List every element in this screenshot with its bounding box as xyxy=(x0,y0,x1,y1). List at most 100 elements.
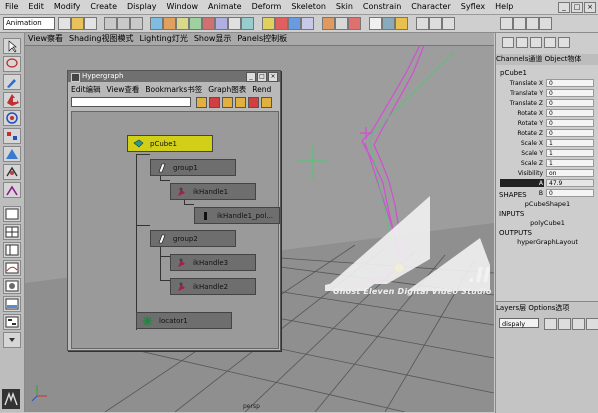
attr-rotate-y[interactable]: Rotate Y0 xyxy=(496,119,598,128)
attr-value[interactable]: 1 xyxy=(546,149,594,157)
attr-value[interactable]: 1 xyxy=(546,139,594,147)
attr-translate-z[interactable]: Translate Z0 xyxy=(496,99,598,108)
render-globals-icon[interactable] xyxy=(395,17,408,30)
menu-syflex[interactable]: Syflex xyxy=(456,0,490,14)
mask-misc-icon[interactable] xyxy=(241,17,254,30)
channel-box-menubar[interactable]: Channels通道 Object物体 xyxy=(496,54,598,65)
mask-dynamic-icon[interactable] xyxy=(215,17,228,30)
menu-edit[interactable]: Edit xyxy=(23,0,49,14)
attr-value[interactable]: 0 xyxy=(546,99,594,107)
viewport-menu-shading[interactable]: Shading视图模式 xyxy=(66,33,137,45)
attr-value[interactable]: 0 xyxy=(546,79,594,87)
layer-editor-menubar[interactable]: Layers层 Options选项 xyxy=(496,303,598,314)
outputs-item[interactable]: hyperGraphLayout xyxy=(496,238,598,247)
history-icon[interactable] xyxy=(322,17,335,30)
mode-dropdown[interactable]: Animation xyxy=(3,17,55,30)
hypergraph-menu-graph[interactable]: Graph图表 xyxy=(205,84,249,95)
menu-help[interactable]: Help xyxy=(490,0,518,14)
menu-deform[interactable]: Deform xyxy=(247,0,287,14)
select-hierarchy-icon[interactable] xyxy=(104,17,117,30)
hypergraph-canvas[interactable]: pCube1 group1 ikHandle1 ikHandle1_pol...… xyxy=(71,111,280,349)
node-ikhandle1[interactable]: ikHandle1 xyxy=(170,183,256,200)
viewport-menu-lighting[interactable]: Lighting灯光 xyxy=(136,33,190,45)
node-ikhandle1-pol[interactable]: ikHandle1_pol... xyxy=(194,207,280,224)
node-group1[interactable]: group1 xyxy=(150,159,236,176)
soft-mod-tool-icon[interactable] xyxy=(3,164,21,180)
layer-move-up-icon[interactable] xyxy=(544,318,557,330)
node-ikhandle2[interactable]: ikHandle2 xyxy=(170,278,256,295)
attr-value[interactable]: 0 xyxy=(546,109,594,117)
new-layer-selected-icon[interactable] xyxy=(586,318,598,330)
node-pcube1[interactable]: pCube1 xyxy=(127,135,213,152)
attr-scale-z[interactable]: Scale Z1 xyxy=(496,159,598,168)
mask-surface-icon[interactable] xyxy=(189,17,202,30)
attr-value[interactable]: 0 xyxy=(546,189,594,197)
channel-box-layer-icon[interactable] xyxy=(516,37,528,48)
menu-modify[interactable]: Modify xyxy=(49,0,86,14)
graph-up-icon[interactable] xyxy=(248,97,259,108)
scale-tool-icon[interactable] xyxy=(3,128,21,144)
output-ops-icon[interactable] xyxy=(348,17,361,30)
attr-visibility[interactable]: Visibility on xyxy=(496,169,598,178)
select-object-icon[interactable] xyxy=(117,17,130,30)
snap-point-icon[interactable] xyxy=(288,17,301,30)
hypergraph-menu-rendering[interactable]: Rend xyxy=(249,84,274,95)
shapes-item[interactable]: pCubeShape1 xyxy=(496,200,598,209)
frame-selection-icon[interactable] xyxy=(235,97,246,108)
snap-grid-icon[interactable] xyxy=(262,17,275,30)
new-scene-icon[interactable] xyxy=(58,17,71,30)
rotate-tool-icon[interactable] xyxy=(3,110,21,126)
minimize-button[interactable]: _ xyxy=(558,2,570,13)
menu-create[interactable]: Create xyxy=(85,0,122,14)
select-tool-icon[interactable] xyxy=(3,38,21,54)
new-layer-icon[interactable] xyxy=(572,318,585,330)
menu-display[interactable]: Display xyxy=(122,0,162,14)
layout-hypershade-icon[interactable] xyxy=(3,278,21,294)
hypergraph-menu-view[interactable]: View查看 xyxy=(104,84,143,95)
layout-four-pane-icon[interactable] xyxy=(3,224,21,240)
layout-outliner-icon[interactable] xyxy=(539,17,552,30)
layout-side-icon[interactable] xyxy=(526,17,539,30)
layout-persp-outliner-icon[interactable] xyxy=(3,242,21,258)
menu-constrain[interactable]: Constrain xyxy=(358,0,406,14)
layer-move-down-icon[interactable] xyxy=(558,318,571,330)
attr-value[interactable]: 0 xyxy=(546,89,594,97)
layout-single-pane-icon[interactable] xyxy=(3,206,21,222)
layout-four-icon[interactable] xyxy=(513,17,526,30)
mask-joint-icon[interactable] xyxy=(163,17,176,30)
viewport-menu-view[interactable]: View察看 xyxy=(25,33,66,45)
menu-animate[interactable]: Animate xyxy=(203,0,247,14)
channel-box-attr-icon[interactable] xyxy=(530,37,542,48)
attribute-editor-icon[interactable] xyxy=(429,17,442,30)
close-button[interactable]: × xyxy=(584,2,596,13)
snap-curve-icon[interactable] xyxy=(275,17,288,30)
attr-a[interactable]: A 47.9 xyxy=(496,179,598,188)
save-scene-icon[interactable] xyxy=(84,17,97,30)
hypergraph-titlebar[interactable]: Hypergraph _ □ × xyxy=(68,71,280,82)
menu-character[interactable]: Character xyxy=(406,0,456,14)
layout-persp-hypergraph-icon[interactable] xyxy=(3,314,21,330)
attr-value[interactable]: 0 xyxy=(546,129,594,137)
manipulator-tool-icon[interactable] xyxy=(3,146,21,162)
mask-all-icon[interactable] xyxy=(150,17,163,30)
open-scene-icon[interactable] xyxy=(71,17,84,30)
layer-type-dropdown[interactable]: dispaly xyxy=(499,318,539,328)
inputs-item[interactable]: polyCube1 xyxy=(496,219,598,228)
move-tool-icon[interactable] xyxy=(3,92,21,108)
tool-settings-icon[interactable] xyxy=(416,17,429,30)
node-ikhandle3[interactable]: ikHandle3 xyxy=(170,254,256,271)
viewport-menu-show[interactable]: Show显示 xyxy=(191,33,235,45)
hypergraph-menu-bookmarks[interactable]: Bookmarks书签 xyxy=(142,84,205,95)
layout-persp-graph-icon[interactable] xyxy=(3,260,21,276)
ipr-render-icon[interactable] xyxy=(382,17,395,30)
menu-skin[interactable]: Skin xyxy=(331,0,358,14)
maximize-button[interactable]: □ xyxy=(571,2,583,13)
input-output-connections-icon[interactable] xyxy=(209,97,220,108)
select-component-icon[interactable] xyxy=(130,17,143,30)
mask-curve-icon[interactable] xyxy=(176,17,189,30)
attr-value[interactable]: 47.9 xyxy=(546,179,594,187)
menu-window[interactable]: Window xyxy=(162,0,204,14)
hypergraph-search-field[interactable] xyxy=(71,97,191,107)
attr-translate-y[interactable]: Translate Y0 xyxy=(496,89,598,98)
hypergraph-minimize-button[interactable]: _ xyxy=(246,72,256,82)
